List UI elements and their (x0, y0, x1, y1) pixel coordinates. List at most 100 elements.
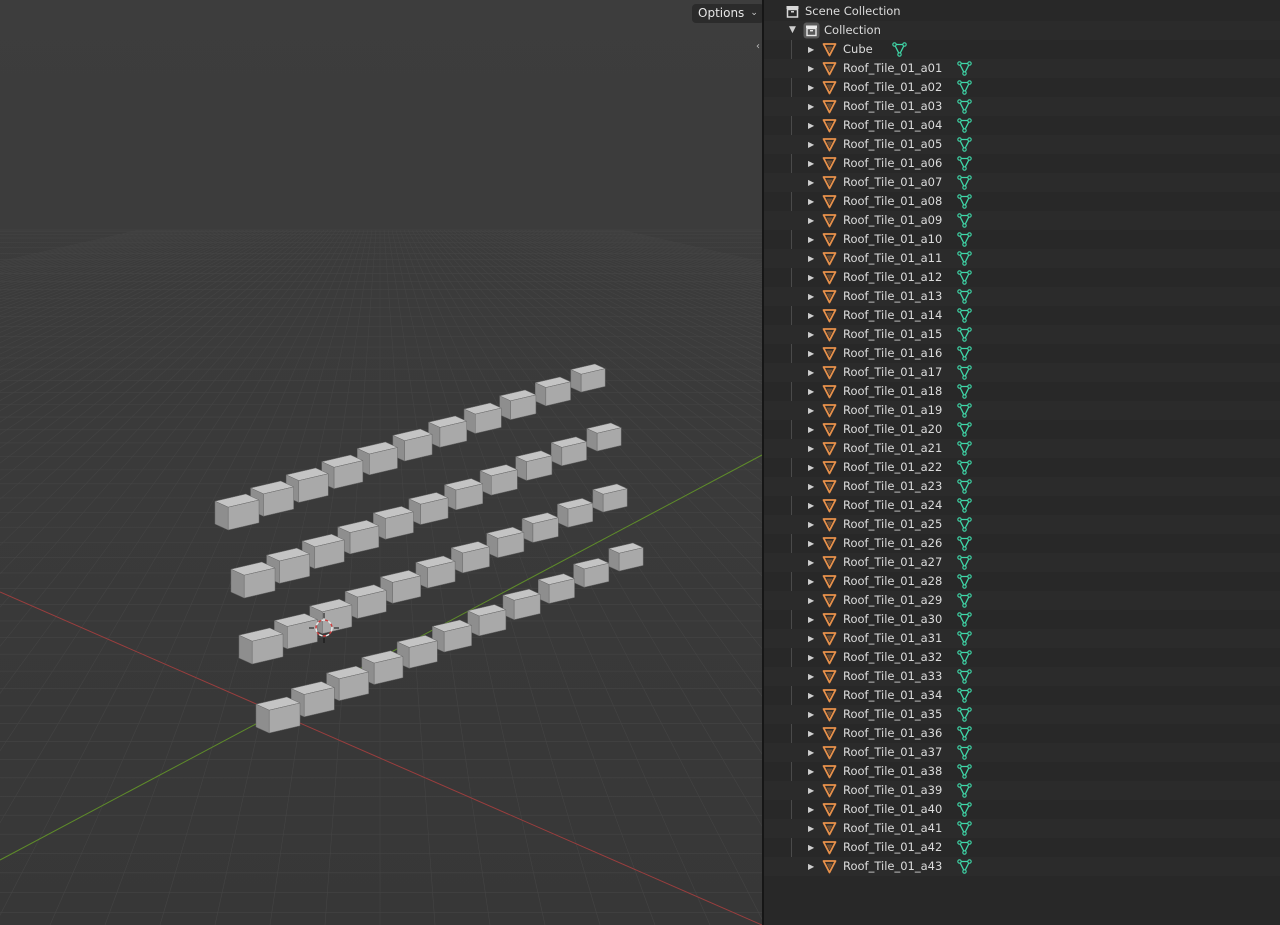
outliner-object-row[interactable]: ▶ Roof_Tile_01_a16 (764, 344, 1280, 363)
mesh-data-icon[interactable] (957, 536, 972, 551)
outliner-object-row[interactable]: ▶ Roof_Tile_01_a19 (764, 401, 1280, 420)
expand-caret-icon[interactable]: ▶ (808, 800, 814, 819)
outliner-object-row[interactable]: ▶ Roof_Tile_01_a34 (764, 686, 1280, 705)
outliner-object-row[interactable]: ▶ Roof_Tile_01_a23 (764, 477, 1280, 496)
outliner-object-row[interactable]: ▶ Roof_Tile_01_a17 (764, 363, 1280, 382)
mesh-data-icon[interactable] (957, 327, 972, 342)
mesh-data-icon[interactable] (957, 99, 972, 114)
expand-caret-icon[interactable]: ▶ (808, 306, 814, 325)
mesh-data-icon[interactable] (957, 821, 972, 836)
outliner-object-row[interactable]: ▶ Roof_Tile_01_a37 (764, 743, 1280, 762)
outliner-object-row[interactable]: ▶ Roof_Tile_01_a10 (764, 230, 1280, 249)
outliner-object-row[interactable]: ▶ Roof_Tile_01_a40 (764, 800, 1280, 819)
roof-tile-cube[interactable] (534, 376, 572, 407)
expand-caret-icon[interactable]: ▶ (808, 724, 814, 743)
outliner-object-row[interactable]: ▶ Roof_Tile_01_a26 (764, 534, 1280, 553)
expand-caret-icon[interactable]: ▶ (808, 629, 814, 648)
mesh-data-icon[interactable] (957, 194, 972, 209)
mesh-data-icon[interactable] (957, 289, 972, 304)
outliner-object-row[interactable]: ▶ Roof_Tile_01_a21 (764, 439, 1280, 458)
roof-tile-cube[interactable] (463, 402, 503, 434)
roof-tile-cube[interactable] (479, 464, 519, 496)
mesh-data-icon[interactable] (957, 574, 972, 589)
expand-caret-icon[interactable]: ▶ (808, 59, 814, 78)
roof-tile-cube[interactable] (608, 542, 644, 572)
outliner-object-row[interactable]: ▶ Roof_Tile_01_a07 (764, 173, 1280, 192)
expand-caret-icon[interactable]: ▶ (808, 781, 814, 800)
mesh-data-icon[interactable] (957, 631, 972, 646)
roof-tile-cube[interactable] (514, 450, 553, 481)
mesh-data-icon[interactable] (957, 764, 972, 779)
expand-caret-icon[interactable]: ▶ (808, 211, 814, 230)
mesh-data-icon[interactable] (957, 517, 972, 532)
roof-tile-cube[interactable] (372, 506, 415, 540)
options-dropdown[interactable]: Options ⌄ (692, 4, 762, 23)
expand-caret-icon[interactable]: ▶ (808, 192, 814, 211)
outliner-object-row[interactable]: ▶ Roof_Tile_01_a05 (764, 135, 1280, 154)
expand-caret-icon[interactable]: ▶ (808, 97, 814, 116)
outliner-object-row[interactable]: ▶ Roof_Tile_01_a22 (764, 458, 1280, 477)
expand-caret-icon[interactable]: ▶ (808, 819, 814, 838)
expand-caret-icon[interactable]: ▶ (808, 135, 814, 154)
expand-caret-icon[interactable]: ▶ (808, 325, 814, 344)
expand-caret-icon[interactable]: ▶ (808, 610, 814, 629)
mesh-data-icon[interactable] (957, 384, 972, 399)
mesh-data-icon[interactable] (957, 612, 972, 627)
expand-caret-icon[interactable]: ▶ (808, 743, 814, 762)
outliner-object-row[interactable]: ▶ Roof_Tile_01_a04 (764, 116, 1280, 135)
expand-caret-icon[interactable]: ▶ (808, 382, 814, 401)
mesh-data-icon[interactable] (957, 650, 972, 665)
roof-tile-cube[interactable] (572, 558, 610, 588)
mesh-data-icon[interactable] (957, 251, 972, 266)
mesh-data-icon[interactable] (957, 365, 972, 380)
outliner-object-row[interactable]: ▶ Roof_Tile_01_a43 (764, 857, 1280, 876)
scene-collection-row[interactable]: Scene Collection (764, 2, 1280, 21)
outliner-object-row[interactable]: ▶ Roof_Tile_01_a11 (764, 249, 1280, 268)
expand-caret-icon[interactable]: ▶ (808, 439, 814, 458)
sidebar-collapse-icon[interactable]: ‹ (753, 39, 762, 55)
3d-viewport[interactable]: Options ⌄ ‹ (0, 0, 762, 925)
outliner-object-row[interactable]: ▶ Roof_Tile_01_a12 (764, 268, 1280, 287)
expand-caret-icon[interactable]: ▶ (808, 363, 814, 382)
roof-tile-cube[interactable] (550, 436, 588, 467)
roof-tile-cube[interactable] (450, 541, 491, 574)
viewport-scene[interactable] (0, 0, 762, 925)
mesh-data-icon[interactable] (957, 346, 972, 361)
mesh-data-icon[interactable] (957, 213, 972, 228)
outliner-object-row[interactable]: ▶ Roof_Tile_01_a29 (764, 591, 1280, 610)
expand-caret-icon[interactable]: ▶ (808, 667, 814, 686)
outliner-object-row[interactable]: ▶ Roof_Tile_01_a42 (764, 838, 1280, 857)
roof-tile-cube[interactable] (537, 573, 576, 604)
expand-caret-icon[interactable]: ▶ (808, 116, 814, 135)
expand-caret-icon[interactable]: ▶ (808, 477, 814, 496)
roof-tile-cube[interactable] (431, 619, 473, 653)
collapse-caret-icon[interactable]: ▼ (789, 21, 796, 40)
mesh-data-icon[interactable] (957, 308, 972, 323)
roof-tile-cube[interactable] (586, 422, 622, 452)
roof-tile-cube[interactable] (556, 498, 594, 528)
outliner-object-row[interactable]: ▶ Roof_Tile_01_a27 (764, 553, 1280, 572)
mesh-data-icon[interactable] (957, 270, 972, 285)
expand-caret-icon[interactable]: ▶ (808, 173, 814, 192)
outliner-object-row[interactable]: ▶ Roof_Tile_01_a13 (764, 287, 1280, 306)
roof-tile-cube[interactable] (502, 588, 541, 621)
expand-caret-icon[interactable]: ▶ (808, 553, 814, 572)
outliner-object-row[interactable]: ▶ Roof_Tile_01_a01 (764, 59, 1280, 78)
collection-row[interactable]: ▼ Collection (764, 21, 1280, 40)
outliner-object-row[interactable]: ▶ Roof_Tile_01_a30 (764, 610, 1280, 629)
expand-caret-icon[interactable]: ▶ (808, 591, 814, 610)
mesh-data-icon[interactable] (892, 42, 907, 57)
mesh-data-icon[interactable] (957, 441, 972, 456)
outliner-object-row[interactable]: ▶ Roof_Tile_01_a36 (764, 724, 1280, 743)
expand-caret-icon[interactable]: ▶ (808, 534, 814, 553)
outliner-object-row[interactable]: ▶ Roof_Tile_01_a03 (764, 97, 1280, 116)
expand-caret-icon[interactable]: ▶ (808, 515, 814, 534)
roof-tile-cube[interactable] (498, 389, 537, 421)
roof-tile-cube[interactable] (485, 526, 525, 559)
outliner-object-row[interactable]: ▶ Roof_Tile_01_a20 (764, 420, 1280, 439)
roof-tile-cube[interactable] (392, 428, 433, 462)
roof-tile-cube[interactable] (356, 441, 399, 476)
mesh-data-icon[interactable] (957, 555, 972, 570)
mesh-data-icon[interactable] (957, 783, 972, 798)
mesh-data-icon[interactable] (957, 80, 972, 95)
